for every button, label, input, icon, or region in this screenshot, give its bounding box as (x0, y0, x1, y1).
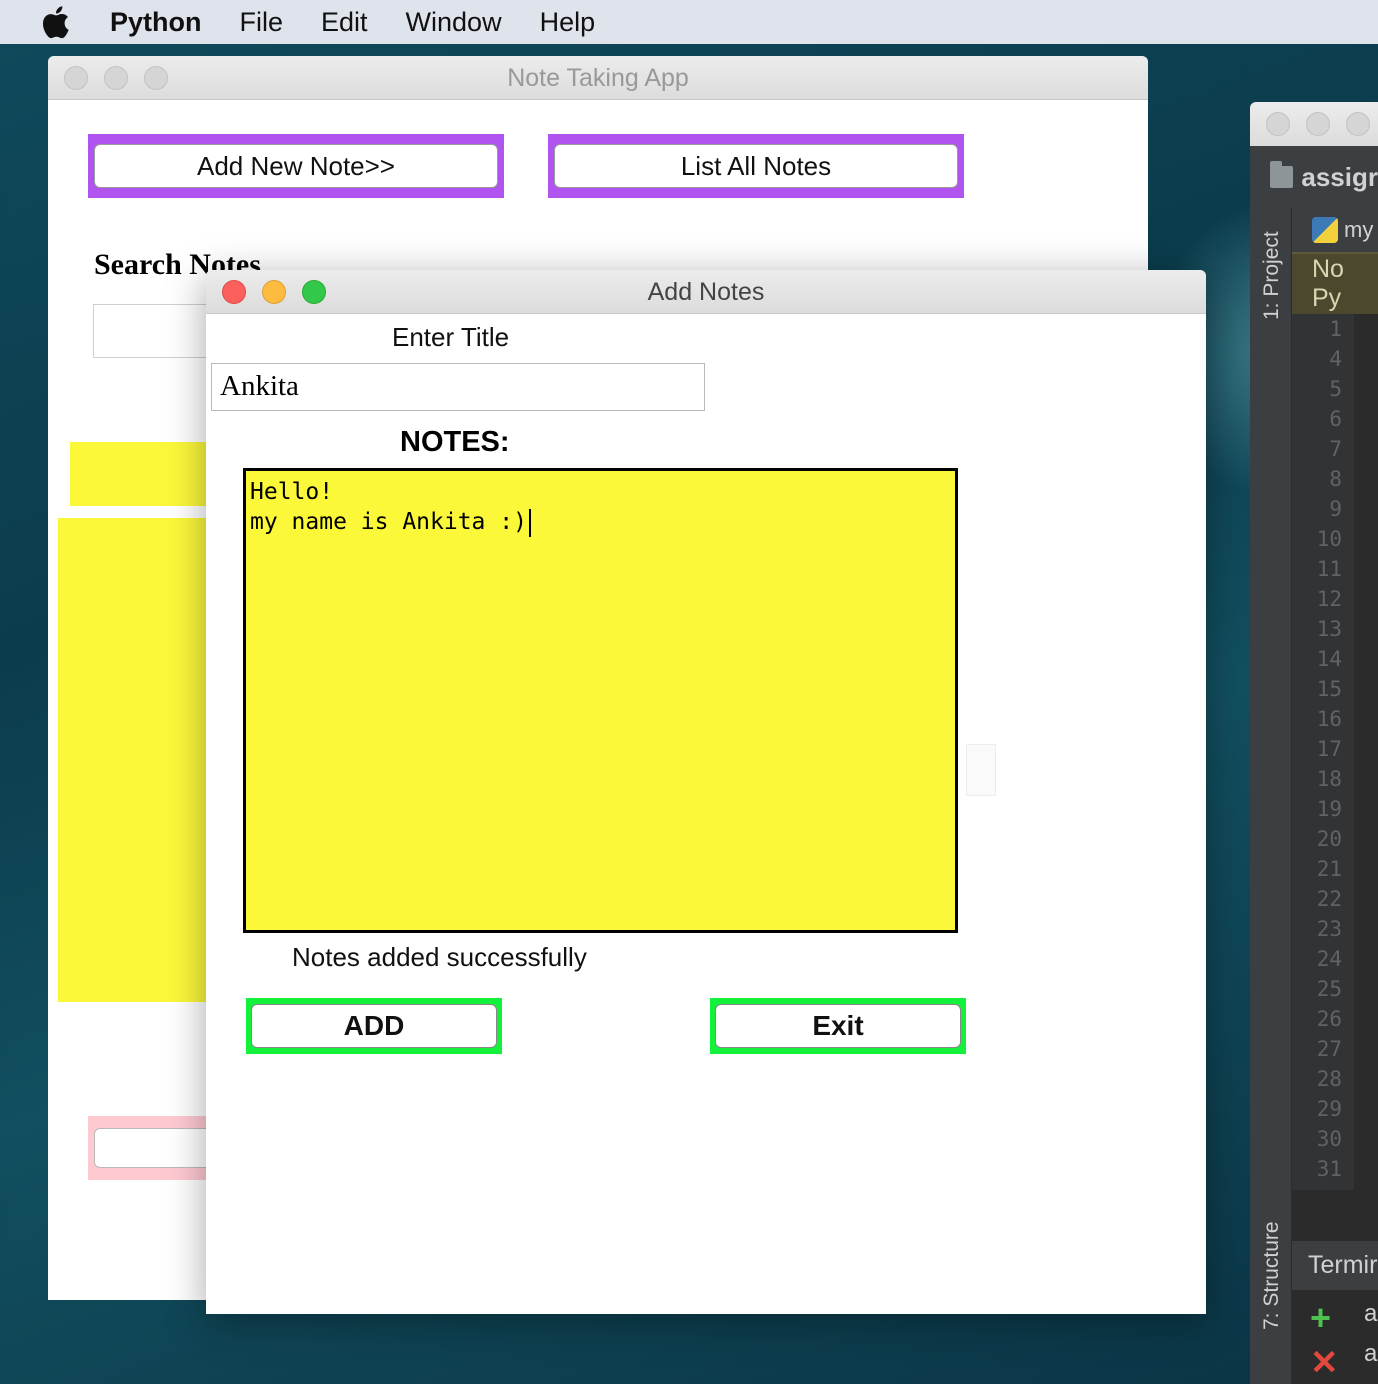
line-number: 7 (1329, 437, 1342, 461)
menu-edit[interactable]: Edit (321, 7, 368, 38)
ide-navigation-bar: assigr (1250, 146, 1378, 208)
menu-bar: Python File Edit Window Help (0, 0, 1378, 44)
line-number: 31 (1316, 1157, 1342, 1181)
minimize-window-button[interactable] (104, 66, 128, 90)
line-number: 6 (1329, 407, 1342, 431)
line-number: 13 (1316, 617, 1342, 641)
close-window-button[interactable] (1266, 112, 1290, 136)
editor-tab-label: my (1344, 217, 1374, 242)
notes-textarea[interactable]: Hello! my name is Ankita :) (243, 468, 958, 933)
main-window-title: Note Taking App (507, 64, 689, 92)
notes-label: NOTES: (400, 426, 510, 458)
line-number: 29 (1316, 1097, 1342, 1121)
line-number: 25 (1316, 977, 1342, 1001)
main-window-titlebar[interactable]: Note Taking App (48, 56, 1148, 100)
menu-app-python[interactable]: Python (110, 7, 202, 38)
zoom-window-button[interactable] (1346, 112, 1370, 136)
minimize-window-button[interactable] (262, 280, 286, 304)
plus-icon[interactable]: + (1310, 1300, 1331, 1336)
text-caret (528, 508, 531, 537)
line-number: 30 (1316, 1127, 1342, 1151)
project-tool-tab[interactable]: 1: Project (1260, 231, 1284, 320)
terminal-panel[interactable]: + ✕ a a (1292, 1290, 1378, 1384)
ide-titlebar[interactable] (1250, 102, 1378, 146)
line-number: 20 (1316, 827, 1342, 851)
line-number: 8 (1329, 467, 1342, 491)
zoom-window-button[interactable] (144, 66, 168, 90)
list-all-notes-button[interactable]: List All Notes (554, 144, 958, 188)
line-number: 9 (1329, 497, 1342, 521)
line-number: 19 (1316, 797, 1342, 821)
add-notes-title: Add Notes (647, 278, 765, 306)
line-number: 1 (1329, 317, 1342, 341)
line-number: 23 (1316, 917, 1342, 941)
line-number: 12 (1316, 587, 1342, 611)
folder-icon (1270, 161, 1294, 188)
list-all-notes-button-frame: List All Notes (548, 134, 964, 198)
notes-line-text: my name is Ankita :) (250, 509, 527, 535)
editor-tab[interactable]: my (1292, 208, 1378, 252)
ide-tool-sidebar: 1: Project 7: Structure (1250, 208, 1292, 1384)
interpreter-warning-banner[interactable]: No Py (1292, 252, 1378, 314)
minimize-window-button[interactable] (1306, 112, 1330, 136)
python-file-icon (1312, 217, 1338, 243)
notes-line: Hello! (250, 479, 334, 505)
terminal-header[interactable]: Termir (1292, 1240, 1378, 1290)
line-number: 22 (1316, 887, 1342, 911)
code-editor[interactable] (1354, 314, 1378, 1190)
menu-window[interactable]: Window (406, 7, 502, 38)
line-number: 11 (1316, 557, 1342, 581)
status-message: Notes added successfully (292, 942, 587, 972)
title-input[interactable]: Ankita (211, 363, 705, 411)
scrollbar-remnant (966, 744, 996, 796)
line-number: 18 (1316, 767, 1342, 791)
add-new-note-button-frame: Add New Note>> (88, 134, 504, 198)
menu-help[interactable]: Help (540, 7, 596, 38)
terminal-line: a (1364, 1340, 1378, 1367)
close-window-button[interactable] (64, 66, 88, 90)
line-number: 15 (1316, 677, 1342, 701)
line-number: 21 (1316, 857, 1342, 881)
add-button[interactable]: ADD (251, 1004, 497, 1048)
zoom-window-button[interactable] (302, 280, 326, 304)
add-notes-window: Add Notes Enter Title Ankita NOTES: Hell… (206, 270, 1206, 1314)
structure-tool-tab[interactable]: 7: Structure (1260, 1221, 1284, 1330)
line-number: 28 (1316, 1067, 1342, 1091)
project-name[interactable]: assigr (1301, 162, 1378, 193)
enter-title-label: Enter Title (392, 322, 510, 352)
line-number-gutter: 1 4 5 6 7 8 9 10 11 12 13 14 15 16 17 18 19 20 21 22 23 24 25 2… (1292, 314, 1354, 1190)
notes-line: my name is Ankita :) (250, 507, 951, 537)
exit-button[interactable]: Exit (715, 1004, 961, 1048)
menu-file[interactable]: File (240, 7, 284, 38)
line-number: 5 (1329, 377, 1342, 401)
line-number: 14 (1316, 647, 1342, 671)
line-number: 16 (1316, 707, 1342, 731)
line-number: 27 (1316, 1037, 1342, 1061)
terminal-line: a (1364, 1300, 1378, 1327)
add-new-note-button[interactable]: Add New Note>> (94, 144, 498, 188)
line-number: 10 (1316, 527, 1342, 551)
add-button-frame: ADD (246, 998, 502, 1054)
close-window-button[interactable] (222, 280, 246, 304)
close-icon[interactable]: ✕ (1310, 1346, 1339, 1380)
line-number: 17 (1316, 737, 1342, 761)
line-number: 24 (1316, 947, 1342, 971)
line-number: 26 (1316, 1007, 1342, 1031)
exit-button-frame: Exit (710, 998, 966, 1054)
ide-window: assigr 1: Project 7: Structure my No Py … (1250, 102, 1378, 1384)
line-number: 4 (1329, 347, 1342, 371)
add-notes-titlebar[interactable]: Add Notes (206, 270, 1206, 314)
apple-icon[interactable] (40, 5, 70, 39)
